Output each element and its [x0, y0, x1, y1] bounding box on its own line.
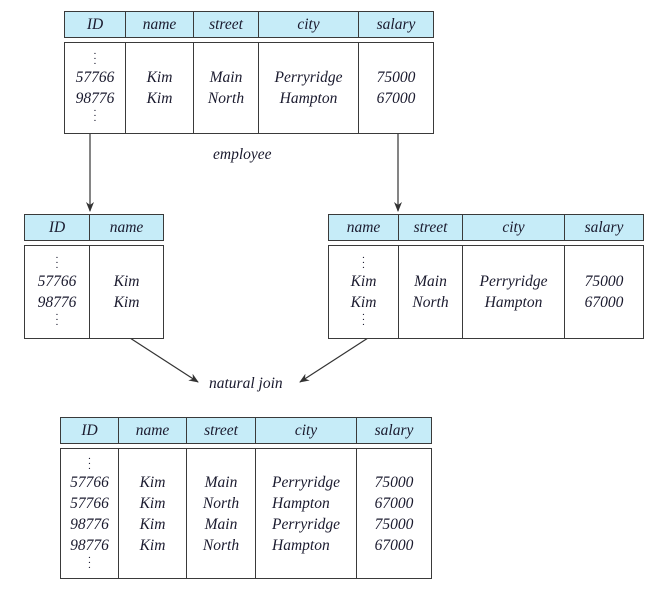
cell: Kim: [113, 273, 140, 290]
ellipsis-bottom: · · ·: [93, 105, 97, 127]
header-cell: name: [329, 215, 399, 240]
ellipsis-bottom: · · ·: [361, 309, 366, 331]
cell: Main: [204, 473, 238, 491]
cell: 75000: [374, 515, 414, 533]
header-cell: name: [109, 218, 144, 236]
employee-header-row: ID name street city salary: [64, 11, 434, 38]
cell: Kim: [146, 90, 173, 107]
employee-body: · · · 57766 98776 · · · Kim Kim Main North P…: [64, 42, 434, 134]
cell: Kim: [139, 494, 166, 512]
ellipsis-top: · · ·: [55, 252, 59, 274]
header-cell: name: [126, 12, 194, 37]
cell: 67000: [374, 494, 414, 512]
header-cell: ID: [61, 418, 119, 443]
header-cell: street: [194, 12, 259, 37]
header-cell: street: [399, 215, 463, 240]
cell: North: [412, 294, 449, 311]
cell: 75000: [376, 69, 416, 86]
cell: 67000: [374, 536, 414, 554]
ellipsis-bottom: · · ·: [87, 551, 92, 574]
cell: Main: [209, 69, 243, 86]
cell: 75000: [374, 473, 414, 491]
cell: Perryridge: [272, 473, 341, 491]
right-header-row: name street city salary: [328, 214, 644, 241]
header-cell: salary: [374, 421, 414, 439]
ellipsis-bottom: · · ·: [55, 309, 59, 331]
header-cell: salary: [376, 15, 416, 33]
column-street: Main North: [399, 246, 463, 338]
column-street: Main North: [194, 43, 259, 133]
cell: Main: [204, 515, 238, 533]
column-city: Perryridge Hampton Perryridge Hampton: [256, 449, 357, 578]
right-body: · · · Kim Kim · · · Main North Perryridge Ha…: [328, 245, 644, 339]
header-cell: ID: [65, 12, 126, 37]
cell: Main: [414, 273, 447, 290]
header-cell: city: [256, 418, 357, 443]
employee-caption: employee: [213, 146, 272, 163]
cell: North: [207, 90, 245, 107]
cell: 67000: [584, 294, 624, 311]
column-salary: 75000 67000: [359, 43, 433, 133]
cell: Kim: [350, 273, 377, 290]
column-name: Kim Kim: [126, 43, 194, 133]
cell: 57766: [70, 473, 109, 491]
cell: Hampton: [272, 494, 330, 512]
column-name: Kim Kim: [90, 246, 163, 338]
header-cell: name: [119, 418, 187, 443]
cell: Kim: [113, 294, 140, 311]
column-salary: 75000 67000: [565, 246, 643, 338]
cell: Kim: [146, 69, 173, 86]
cell: Perryridge: [272, 515, 341, 533]
cell: 57766: [70, 494, 109, 512]
column-id: · · · 57766 98776 · · ·: [25, 246, 90, 338]
ellipsis-top: · · ·: [361, 252, 366, 274]
arrow-left-to-join: [129, 337, 199, 383]
left-body: · · · 57766 98776 · · · Kim Kim: [24, 245, 164, 339]
column-city: Perryridge Hampton: [463, 246, 565, 338]
cell: Hampton: [279, 90, 338, 107]
left-header-row: ID name: [24, 214, 164, 241]
column-city: Perryridge Hampton: [259, 43, 359, 133]
ellipsis-top: · · ·: [93, 48, 97, 70]
cell: Hampton: [272, 536, 330, 554]
cell: 57766: [75, 69, 115, 86]
arrow-right-to-join: [299, 337, 369, 383]
cell: 57766: [37, 273, 77, 290]
column-name: · · · Kim Kim · · ·: [329, 246, 399, 338]
natural-join-label: natural join: [209, 375, 283, 392]
header-cell: ID: [25, 215, 90, 240]
column-id: · · · 57766 57766 98776 98776 · · ·: [61, 449, 119, 578]
cell: Perryridge: [274, 69, 343, 86]
cell: North: [202, 536, 240, 554]
column-name: Kim Kim Kim Kim: [119, 449, 187, 578]
result-body: · · · 57766 57766 98776 98776 · · · Kim Kim …: [60, 448, 432, 579]
cell: North: [202, 494, 240, 512]
cell: Kim: [139, 473, 166, 491]
column-street: Main North Main North: [187, 449, 256, 578]
header-cell: street: [187, 418, 256, 443]
header-cell: city: [259, 12, 359, 37]
column-salary: 75000 67000 75000 67000: [357, 449, 431, 578]
cell: 98776: [70, 515, 109, 533]
result-header-row: ID name street city salary: [60, 417, 432, 444]
column-id: · · · 57766 98776 · · ·: [65, 43, 126, 133]
cell: Perryridge: [479, 273, 548, 290]
header-cell: salary: [584, 218, 624, 236]
cell: 75000: [584, 273, 624, 290]
ellipsis-top: · · ·: [87, 452, 92, 475]
cell: 67000: [376, 90, 416, 107]
cell: Kim: [139, 515, 166, 533]
cell: Kim: [139, 536, 166, 554]
header-cell: city: [463, 215, 565, 240]
cell: Hampton: [484, 294, 543, 311]
